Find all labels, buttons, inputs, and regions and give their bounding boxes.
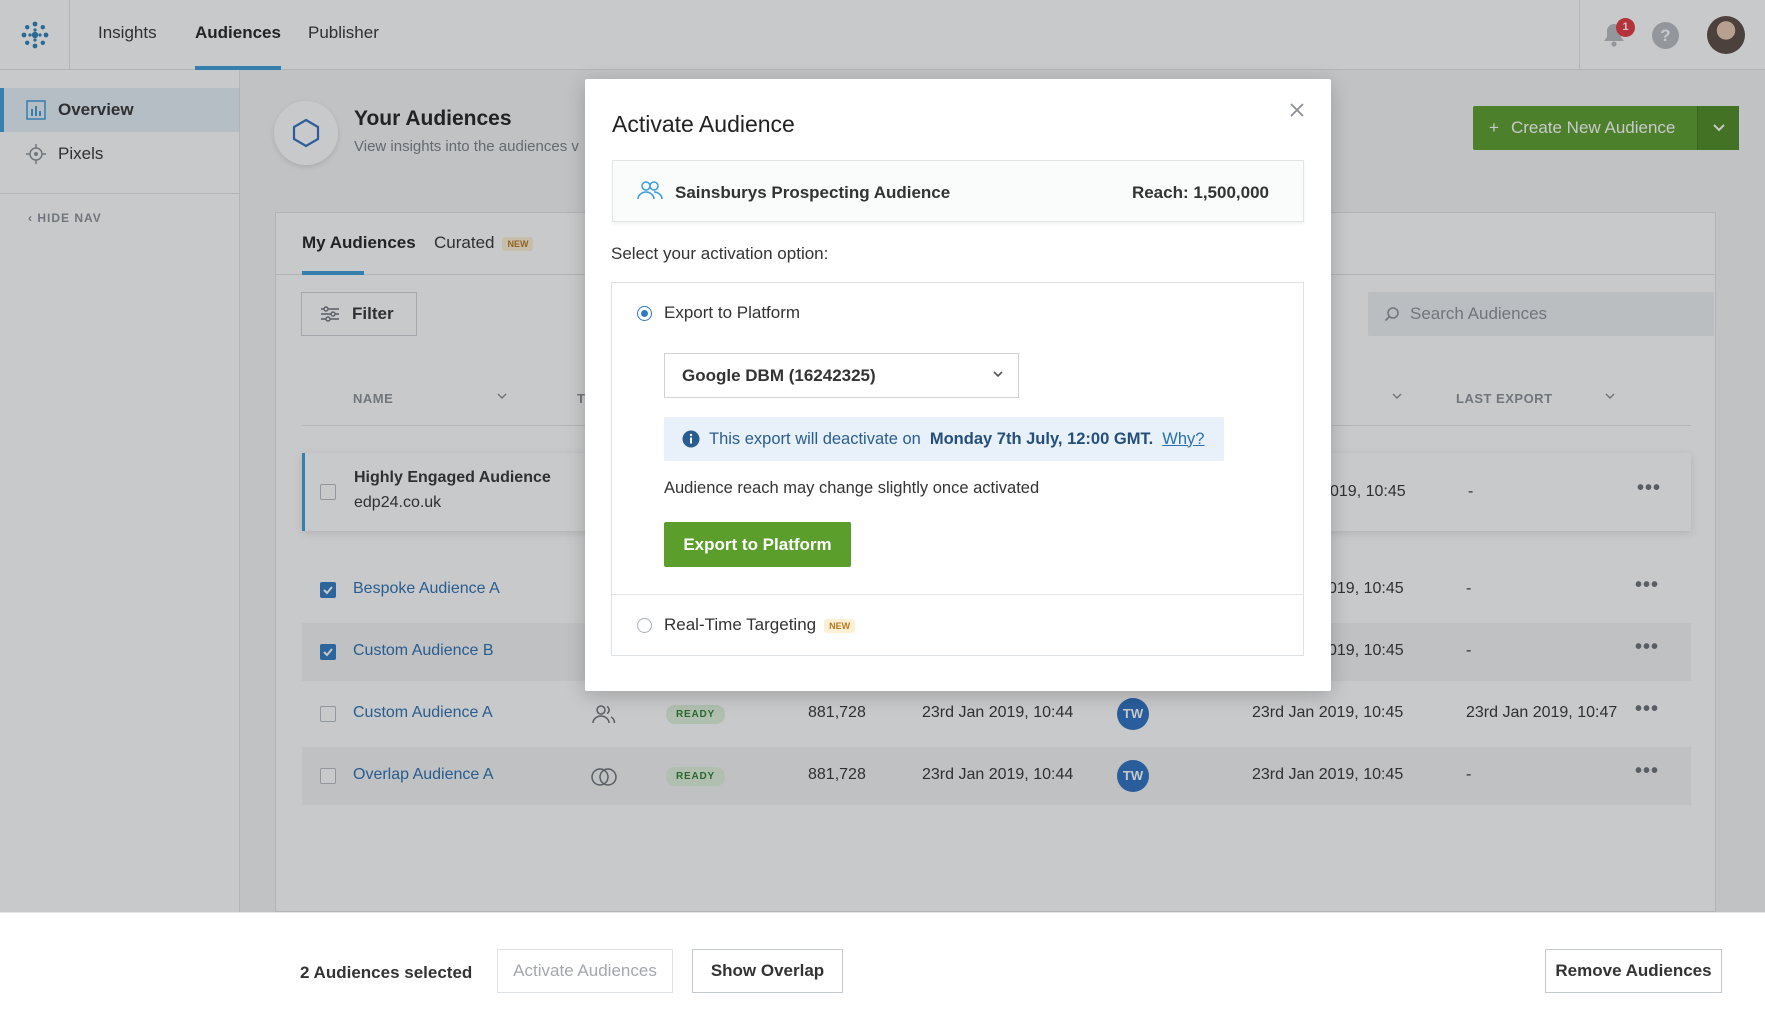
option-real-time-targeting[interactable]: Real-Time Targeting NEW [664, 615, 856, 635]
audience-reach: Reach: 1,500,000 [1131, 183, 1269, 202]
audience-name: Sainsburys Prospecting Audience [675, 183, 951, 202]
activate-audiences-button[interactable]: Activate Audiences [497, 949, 673, 993]
platform-selected-value: Google DBM (16242325) [682, 365, 876, 385]
activation-options: Export to Platform Google DBM (16242325)… [611, 282, 1304, 656]
option-export-label[interactable]: Export to Platform [664, 303, 800, 323]
selection-count: 2 Audiences selected [300, 963, 473, 982]
info-text: This export will deactivate on [709, 429, 921, 448]
selection-action-bar: 2 Audiences selected Activate Audiences … [0, 912, 1765, 1027]
option-divider [612, 594, 1303, 595]
info-icon [682, 430, 700, 448]
why-link[interactable]: Why? [1162, 430, 1204, 449]
close-icon[interactable] [1288, 101, 1308, 121]
deactivation-info-banner: This export will deactivate on Monday 7t… [664, 417, 1224, 461]
export-to-platform-button[interactable]: Export to Platform [664, 522, 851, 567]
activation-option-label: Select your activation option: [611, 244, 829, 263]
info-deactivation-date: Monday 7th July, 12:00 GMT. [929, 429, 1154, 448]
radio-export-to-platform[interactable] [637, 306, 652, 321]
activate-audience-modal: Activate Audience Sainsburys Prospecting… [585, 79, 1331, 691]
platform-select[interactable]: Google DBM (16242325) [664, 353, 1019, 398]
chevron-down-icon [993, 371, 1003, 378]
show-overlap-button[interactable]: Show Overlap [692, 949, 843, 993]
new-badge: NEW [824, 618, 856, 633]
selected-audience-summary: Sainsburys Prospecting Audience Reach: 1… [612, 160, 1304, 222]
radio-real-time-targeting[interactable] [637, 618, 652, 633]
people-icon [637, 180, 663, 205]
option-rtt-label: Real-Time Targeting [664, 615, 817, 634]
reach-note: Audience reach may change slightly once … [664, 479, 1040, 497]
modal-title: Activate Audience [612, 111, 795, 137]
remove-audiences-button[interactable]: Remove Audiences [1545, 949, 1722, 993]
